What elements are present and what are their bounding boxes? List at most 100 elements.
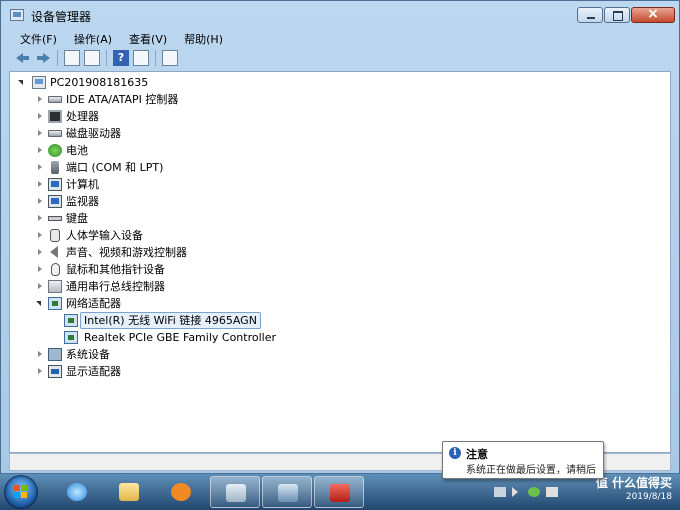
collapsed-arrow-icon[interactable] — [38, 147, 42, 153]
forward-icon[interactable] — [35, 50, 51, 66]
tray-status-icon[interactable] — [528, 487, 540, 497]
network-taskbar-button[interactable] — [210, 476, 260, 508]
device-tree: PC201908181635 IDE ATA/ATAPI 控制器 处理器 磁盘驱… — [9, 71, 671, 453]
internet-explorer-icon — [67, 483, 87, 501]
battery-icon — [48, 144, 62, 157]
mouse-icon — [51, 263, 60, 276]
windows-logo-icon — [14, 485, 28, 499]
collapsed-arrow-icon[interactable] — [38, 164, 42, 170]
menu-action[interactable]: 操作(A) — [63, 31, 118, 47]
collapsed-arrow-icon[interactable] — [38, 368, 42, 374]
collapsed-arrow-icon[interactable] — [38, 130, 42, 136]
usb-icon — [48, 280, 62, 293]
network-icon — [226, 484, 246, 502]
notification-body: 系统正在做最后设置，请稍后 — [466, 465, 596, 476]
speaker-icon[interactable] — [512, 487, 518, 497]
device-manager-icon — [278, 484, 298, 502]
tree-category-label: 鼠标和其他指针设备 — [66, 263, 165, 276]
tree-category-label: 键盘 — [66, 212, 88, 225]
scan-hardware-icon[interactable] — [162, 50, 178, 66]
collapsed-arrow-icon[interactable] — [38, 249, 42, 255]
tree-category-label: 人体学输入设备 — [66, 229, 143, 242]
notification-title: 注意 — [466, 448, 488, 461]
device-manager-window: 设备管理器 × 文件(F) 操作(A) 查看(V) 帮助(H) ? PC2019… — [0, 0, 680, 474]
collapsed-arrow-icon[interactable] — [38, 266, 42, 272]
tree-category-label: 系统设备 — [66, 348, 110, 361]
collapsed-arrow-icon[interactable] — [38, 351, 42, 357]
notification-balloon[interactable]: i 注意 系统正在做最后设置，请稍后 — [442, 441, 604, 479]
menu-view[interactable]: 查看(V) — [118, 31, 173, 47]
computer-icon — [32, 76, 46, 89]
help-icon[interactable]: ? — [113, 50, 129, 66]
disk-drive-icon — [48, 130, 62, 137]
toolbox-icon — [330, 484, 350, 502]
network-adapter-icon — [64, 314, 78, 327]
collapsed-arrow-icon[interactable] — [38, 181, 42, 187]
collapsed-arrow-icon[interactable] — [38, 215, 42, 221]
toolbar-separator — [57, 50, 58, 66]
media-player-icon — [171, 483, 191, 501]
tree-category-label: 计算机 — [66, 178, 99, 191]
media-player-taskbar-button[interactable] — [156, 476, 206, 508]
internet-explorer-taskbar-button[interactable] — [52, 476, 102, 508]
tree-category-label: 通用串行总线控制器 — [66, 280, 165, 293]
tree-root-label: PC201908181635 — [50, 76, 149, 89]
tree-category-label: 监视器 — [66, 195, 99, 208]
title-bar[interactable]: 设备管理器 × — [1, 1, 679, 29]
maximize-button[interactable] — [604, 7, 630, 23]
folder-icon — [119, 483, 139, 501]
toolbar: ? — [9, 48, 671, 68]
expand-arrow-icon[interactable] — [18, 80, 23, 85]
system-tray: 值 什么值得买 2019/8/18 — [486, 474, 676, 510]
tray-network-icon[interactable] — [546, 487, 558, 497]
close-button[interactable]: × — [631, 6, 675, 23]
info-icon: i — [449, 447, 461, 459]
menu-help[interactable]: 帮助(H) — [173, 31, 229, 47]
menu-file[interactable]: 文件(F) — [9, 31, 63, 47]
network-adapter-icon — [64, 331, 78, 344]
toolbox-taskbar-button[interactable] — [314, 476, 364, 508]
close-icon: × — [647, 6, 659, 22]
back-icon[interactable] — [15, 50, 31, 66]
expand-arrow-icon[interactable] — [36, 301, 41, 306]
tree-category-label: 磁盘驱动器 — [66, 127, 121, 140]
hid-icon — [50, 229, 60, 242]
system-device-icon — [48, 348, 62, 361]
menu-bar: 文件(F) 操作(A) 查看(V) 帮助(H) — [9, 29, 671, 48]
device-manager-icon — [10, 9, 24, 21]
disk-controller-icon — [48, 96, 62, 103]
network-adapter-icon — [48, 297, 62, 310]
start-button[interactable] — [4, 475, 38, 509]
collapsed-arrow-icon[interactable] — [38, 198, 42, 204]
tree-device-label: Realtek PCIe GBE Family Controller — [84, 331, 277, 344]
window-title: 设备管理器 — [31, 10, 92, 24]
toolbar-separator — [106, 50, 107, 66]
minimize-button[interactable] — [577, 7, 603, 23]
collapsed-arrow-icon[interactable] — [38, 96, 42, 102]
show-hide-tree-icon[interactable] — [64, 50, 80, 66]
processor-icon — [48, 110, 62, 123]
tree-category-label: 声音、视频和游戏控制器 — [66, 246, 187, 259]
sound-icon — [50, 246, 58, 258]
tree-category-label: 端口 (COM 和 LPT) — [66, 161, 164, 174]
tree-category-label: 处理器 — [66, 110, 99, 123]
computer-icon — [48, 178, 62, 191]
explorer-taskbar-button[interactable] — [104, 476, 154, 508]
tree-category-label: 电池 — [66, 144, 88, 157]
port-icon — [51, 161, 59, 174]
device-manager-taskbar-button[interactable] — [262, 476, 312, 508]
tray-device-icon[interactable] — [494, 487, 506, 497]
tree-device-label-selected: Intel(R) 无线 WiFi 链接 4965AGN — [80, 312, 261, 329]
properties-icon[interactable] — [84, 50, 100, 66]
tree-category-label: 显示适配器 — [66, 365, 121, 378]
keyboard-icon — [48, 216, 62, 221]
toolbar-separator — [155, 50, 156, 66]
clock[interactable]: 值 什么值得买 2019/8/18 — [596, 476, 672, 504]
watermark-text: 值 什么值得买 — [595, 476, 672, 490]
collapsed-arrow-icon[interactable] — [38, 232, 42, 238]
view-pane-icon[interactable] — [133, 50, 149, 66]
clock-date: 2019/8/18 — [625, 492, 672, 502]
collapsed-arrow-icon[interactable] — [38, 283, 42, 289]
collapsed-arrow-icon[interactable] — [38, 113, 42, 119]
tree-category-label: IDE ATA/ATAPI 控制器 — [66, 93, 179, 106]
